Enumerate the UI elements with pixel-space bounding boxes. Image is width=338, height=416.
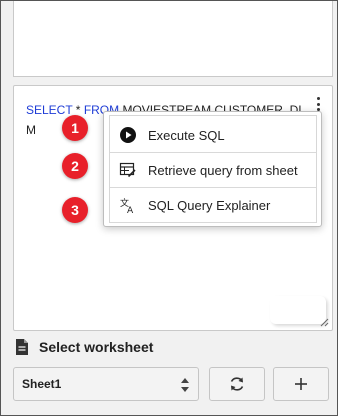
menu-item-label: Retrieve query from sheet bbox=[148, 162, 298, 178]
menu-item-sql-explainer[interactable]: 文 A SQL Query Explainer bbox=[110, 188, 316, 222]
sql-line-2: M bbox=[26, 123, 36, 137]
play-circle-icon bbox=[118, 125, 138, 145]
refresh-icon bbox=[230, 377, 244, 391]
menu-item-label: SQL Query Explainer bbox=[148, 197, 271, 213]
resize-handle-icon[interactable] bbox=[319, 317, 329, 327]
tooltip-shadow bbox=[270, 296, 326, 324]
select-worksheet-label: Select worksheet bbox=[39, 339, 154, 355]
menu-item-execute-sql[interactable]: Execute SQL bbox=[110, 118, 316, 152]
sql-keyword-select: SELECT bbox=[26, 103, 73, 117]
svg-text:A: A bbox=[127, 206, 134, 214]
sheet-edit-icon bbox=[118, 160, 138, 180]
callout-badge-3: 3 bbox=[62, 197, 88, 223]
panel-frame: SELECT * FROM MOVIESTREAM.CUSTOMER_DI M … bbox=[0, 0, 338, 416]
context-menu-list: Execute SQL Retrieve query from sheet 文 … bbox=[109, 115, 317, 223]
document-icon bbox=[16, 339, 28, 355]
worksheet-select[interactable]: Sheet1 bbox=[13, 367, 199, 401]
context-menu: Execute SQL Retrieve query from sheet 文 … bbox=[103, 111, 322, 227]
plus-icon bbox=[295, 378, 307, 390]
select-arrows-icon bbox=[181, 378, 189, 392]
translate-icon: 文 A bbox=[118, 195, 138, 215]
menu-item-label: Execute SQL bbox=[148, 127, 225, 143]
top-text-area[interactable] bbox=[13, 1, 333, 77]
menu-item-retrieve-query[interactable]: Retrieve query from sheet bbox=[110, 153, 316, 187]
callout-badge-2: 2 bbox=[62, 153, 88, 179]
menu-divider bbox=[110, 222, 316, 223]
callout-badge-1: 1 bbox=[62, 115, 88, 141]
refresh-button[interactable] bbox=[209, 367, 265, 401]
add-sheet-button[interactable] bbox=[273, 367, 329, 401]
worksheet-select-value: Sheet1 bbox=[22, 377, 62, 391]
select-worksheet-header: Select worksheet bbox=[15, 337, 153, 357]
